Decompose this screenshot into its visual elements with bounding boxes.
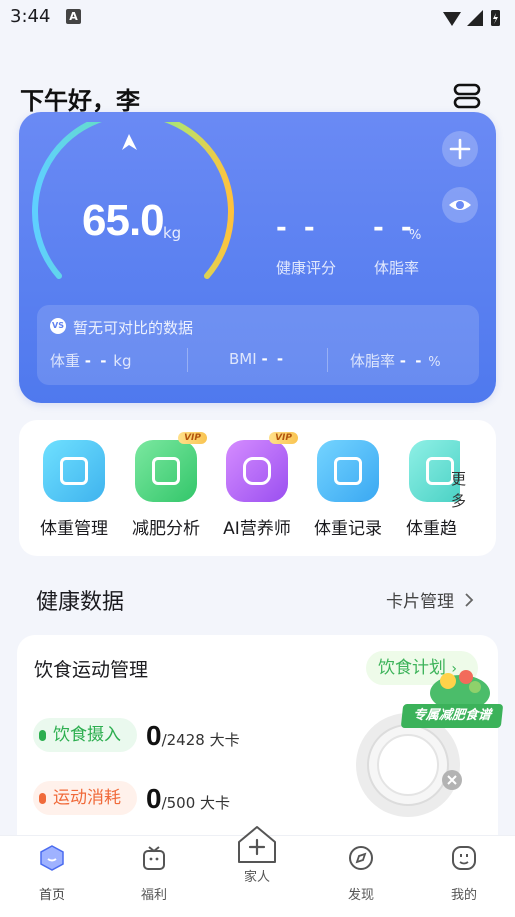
card-manage-link[interactable]: 卡片管理 xyxy=(386,587,475,612)
close-banner-button[interactable] xyxy=(442,770,462,790)
status-icons xyxy=(443,10,500,26)
record-icon xyxy=(317,440,379,502)
profile-icon xyxy=(452,846,476,870)
compare-bmi-label: BMI xyxy=(229,350,257,368)
compare-bmi: BMI - - xyxy=(229,350,285,368)
robot-icon: VIP xyxy=(226,432,298,502)
status-time: 3:44 xyxy=(10,6,51,27)
card-manage-label: 卡片管理 xyxy=(386,592,454,612)
exercise-burn-pill: 运动消耗 xyxy=(33,781,137,815)
body-fat-label: 体脂率 xyxy=(374,259,420,277)
compare-body-fat-label: 体脂率 xyxy=(350,352,396,370)
nav-label: 我的 xyxy=(450,888,477,903)
gauge-pointer-icon xyxy=(122,134,137,150)
recipe-banner[interactable]: 专属减肥食谱 xyxy=(400,704,504,728)
health-score-value: - - xyxy=(276,213,319,243)
gift-icon xyxy=(143,846,165,870)
compare-bmi-value: - - xyxy=(261,350,286,368)
feature-label: AI营养师 xyxy=(223,519,291,539)
exercise-kcal: 0/500 大卡 xyxy=(146,783,230,815)
nav-label: 发现 xyxy=(347,888,374,903)
divider xyxy=(187,348,188,372)
nav-label: 福利 xyxy=(140,888,167,903)
add-button[interactable] xyxy=(442,131,478,167)
diet-card-title: 饮食运动管理 xyxy=(34,659,149,681)
feature-label: 体重记录 xyxy=(314,519,382,539)
nav-welfare[interactable]: 福利 xyxy=(124,844,184,903)
nav-label: 家人 xyxy=(243,870,270,885)
intake-kcal: 0/2428 大卡 xyxy=(146,720,240,752)
divider xyxy=(327,348,328,372)
compare-title: 暂无可对比的数据 xyxy=(73,319,194,337)
close-icon xyxy=(447,775,457,785)
notification-icon: A xyxy=(66,9,81,24)
compare-body-fat-unit: % xyxy=(428,355,441,370)
bottom-nav: 首页 福利 家人 发现 我的 xyxy=(0,826,515,917)
health-data-title: 健康数据 xyxy=(36,590,125,615)
vip-badge: VIP xyxy=(178,432,207,444)
analysis-report-icon: VIP xyxy=(135,432,207,502)
eye-icon xyxy=(449,200,471,210)
exercise-value: 0 xyxy=(146,783,162,814)
scale-icon xyxy=(43,440,105,502)
weight-value: 65.0 xyxy=(82,196,165,245)
nav-mine[interactable]: 我的 xyxy=(434,844,494,903)
status-bar: 3:44 A xyxy=(0,0,515,38)
dot-icon xyxy=(39,793,46,804)
greeting-title: 下午好，李 xyxy=(20,87,140,115)
exercise-label: 运动消耗 xyxy=(53,788,121,808)
feature-label: 体重趋 xyxy=(406,519,457,539)
feature-shortcuts: 体重管理 VIP 减肥分析 VIP AI营养师 体重记录 体重趋 xyxy=(19,420,496,556)
more-features-button[interactable]: 更多 xyxy=(451,468,471,512)
visibility-toggle-button[interactable] xyxy=(442,187,478,223)
feature-label: 体重管理 xyxy=(40,519,108,539)
family-house-icon xyxy=(238,826,276,863)
nav-home[interactable]: 首页 xyxy=(22,844,82,903)
compare-body-fat: 体脂率 - - % xyxy=(350,350,441,371)
body-fat-unit: % xyxy=(409,228,422,243)
plus-icon xyxy=(449,138,471,160)
vs-badge-icon: VS xyxy=(50,318,66,334)
home-icon xyxy=(40,845,64,871)
feature-weight-record[interactable]: 体重记录 xyxy=(308,440,388,539)
signal-icon xyxy=(467,10,483,26)
intake-target: /2428 大卡 xyxy=(161,731,240,749)
compare-body-fat-value: - - xyxy=(399,352,424,370)
compare-weight: 体重 - - kg xyxy=(50,350,131,371)
exercise-target: /500 大卡 xyxy=(161,794,231,812)
vip-badge: VIP xyxy=(269,432,298,444)
compare-weight-unit: kg xyxy=(113,352,132,370)
nav-discover[interactable]: 发现 xyxy=(331,844,391,903)
intake-value: 0 xyxy=(146,720,162,751)
nav-family[interactable]: 家人 xyxy=(227,822,287,885)
compare-weight-label: 体重 xyxy=(50,352,81,370)
intake-label: 饮食摄入 xyxy=(53,725,121,745)
feature-ai-nutritionist[interactable]: VIP AI营养师 xyxy=(217,432,298,539)
device-menu-icon[interactable] xyxy=(452,82,482,110)
nav-label: 首页 xyxy=(38,888,65,903)
compass-icon xyxy=(349,846,373,870)
feature-label: 减肥分析 xyxy=(132,519,200,539)
compare-weight-value: - - xyxy=(84,352,109,370)
weight-unit: kg xyxy=(163,224,182,242)
feature-weight-management[interactable]: 体重管理 xyxy=(34,440,114,539)
dot-icon xyxy=(39,730,46,741)
feature-fat-loss-analysis[interactable]: VIP 减肥分析 xyxy=(126,432,207,539)
wifi-icon xyxy=(443,12,461,26)
health-score-label: 健康评分 xyxy=(276,259,337,277)
diet-intake-pill: 饮食摄入 xyxy=(33,718,137,752)
chevron-right-icon xyxy=(465,593,474,607)
